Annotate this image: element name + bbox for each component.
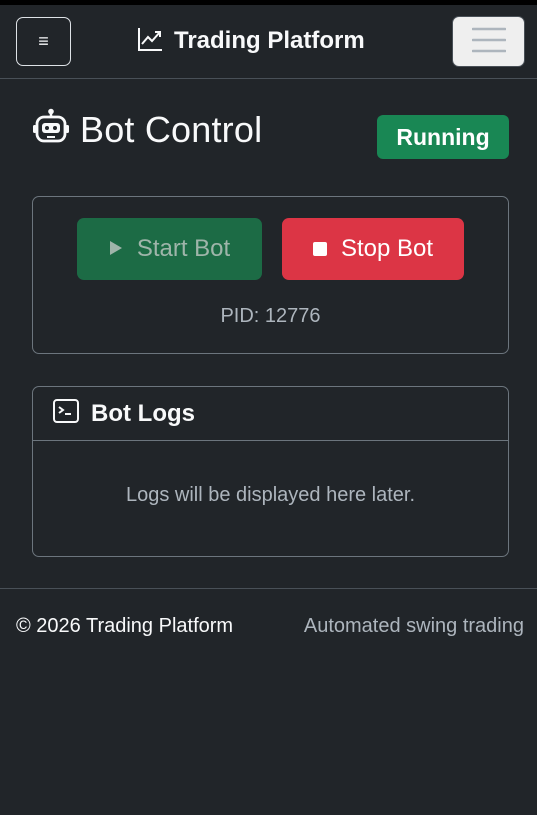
footer-copyright: © 2026 Trading Platform (16, 615, 234, 637)
stop-icon (312, 235, 327, 263)
bot-control-card: Start Bot Stop Bot PID: 12776 (32, 196, 509, 354)
page-header: Bot Control Running (32, 108, 509, 159)
play-icon (109, 235, 123, 263)
logs-placeholder: Logs will be displayed here later. (125, 484, 416, 506)
page-title: Bot Control (80, 108, 263, 150)
bot-logs-card: Bot Logs Logs will be displayed here lat… (32, 386, 509, 557)
terminal-icon (53, 399, 79, 428)
logs-title: Bot Logs (91, 399, 195, 427)
stop-bot-label: Stop Bot (340, 235, 434, 262)
hamburger-icon (471, 26, 506, 57)
navbar-toggler-button[interactable] (452, 16, 525, 67)
start-bot-button[interactable]: Start Bot (77, 218, 262, 280)
pid-text: PID: 12776 (220, 305, 321, 327)
stop-bot-button[interactable]: Stop Bot (282, 218, 464, 280)
brand-title: Trading Platform (174, 27, 365, 54)
sidebar-toggle-button[interactable]: ≡ (16, 17, 71, 66)
menu-icon: ≡ (38, 31, 49, 51)
footer-tagline: Automated swing trading (303, 615, 524, 637)
status-badge: Running (377, 115, 509, 159)
footer: © 2026 Trading Platform Automated swing … (0, 588, 537, 668)
navbar: ≡ Trading Platform (0, 5, 537, 79)
page-title-wrap: Bot Control (32, 108, 262, 151)
graph-up-icon (136, 25, 164, 58)
brand-link[interactable]: Trading Platform (136, 23, 365, 59)
robot-icon (32, 108, 70, 151)
start-bot-label: Start Bot (136, 235, 231, 262)
logs-header: Bot Logs (33, 387, 508, 441)
